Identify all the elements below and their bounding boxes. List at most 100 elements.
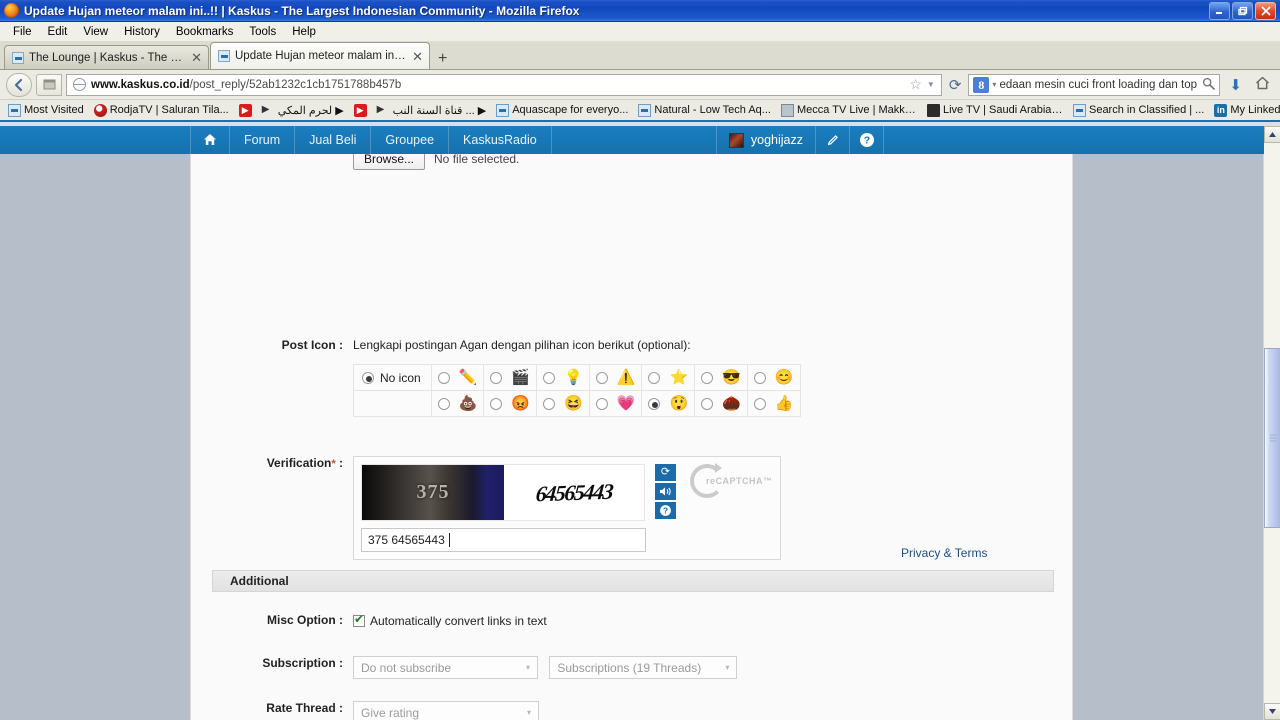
radio-icon[interactable] [595, 397, 608, 410]
downloads-icon[interactable]: ⬇ [1224, 76, 1247, 94]
bookmark-youtube-2[interactable]: ▶ [350, 103, 371, 118]
radio-icon[interactable] [701, 371, 714, 384]
vertical-scrollbar[interactable] [1263, 126, 1280, 720]
bookmark-label: Live TV | Saudi Arabia ... [942, 104, 1063, 116]
bookmark-youtube-1[interactable]: ▶ [235, 103, 256, 118]
bookmark-search-classified[interactable]: Search in Classified | ... [1069, 103, 1208, 118]
post-icon-cell[interactable]: 😊 [746, 364, 801, 391]
no-icon-cell[interactable]: No icon [353, 364, 432, 391]
url-bar[interactable]: www.kaskus.co.id/post_reply/52ab1232c1cb… [66, 73, 942, 96]
search-input[interactable]: edaan mesin cuci front loading dan top l… [999, 79, 1199, 91]
bookmark-arabic-1[interactable]: ▶ لحرم المكي ▶ [258, 103, 348, 118]
search-bar[interactable]: 8 ▾ edaan mesin cuci front loading dan t… [968, 73, 1221, 96]
bookmark-aquascape[interactable]: Aquascape for everyo... [492, 103, 632, 118]
post-icon-cell[interactable]: 💩 [430, 390, 485, 417]
radio-icon[interactable] [543, 397, 556, 410]
bookmark-label: Aquascape for everyo... [512, 104, 629, 116]
compose-button[interactable] [816, 126, 850, 154]
radio-icon[interactable] [543, 371, 556, 384]
captcha-help-icon[interactable]: ? [655, 502, 676, 519]
post-icon-cell[interactable]: 😎 [694, 364, 748, 391]
post-icon-cell[interactable]: 🎬 [483, 364, 538, 391]
google-icon[interactable]: 8 [973, 76, 990, 93]
thumbs-up-icon: 👍 [774, 395, 794, 412]
bookmark-my-linkedin[interactable]: in My LinkedIn [1210, 103, 1280, 118]
scrollbar-thumb[interactable] [1264, 348, 1280, 528]
tab-close-icon[interactable]: ✕ [191, 51, 202, 64]
livetv-icon [926, 103, 940, 117]
menu-tools[interactable]: Tools [242, 24, 283, 40]
bookmarks-bar: Most Visited RodjaTV | Saluran Tila... ▶… [0, 100, 1280, 122]
convert-links-checkbox[interactable] [353, 613, 365, 627]
radio-icon[interactable] [595, 371, 608, 384]
tab-close-icon[interactable]: ✕ [412, 50, 423, 63]
back-button-icon[interactable] [6, 72, 32, 97]
captcha-refresh-icon[interactable]: ⟳ [655, 464, 676, 481]
radio-icon[interactable] [490, 371, 503, 384]
search-icon[interactable] [1202, 77, 1216, 93]
menu-view[interactable]: View [76, 24, 115, 40]
tab-update-hujan-meteor[interactable]: Update Hujan meteor malam ini..!! | Kask… [210, 42, 430, 69]
privacy-terms-link[interactable]: Privacy & Terms [901, 546, 987, 560]
post-icon-cell[interactable]: ⭐ [641, 364, 696, 391]
site-nav-kaskusradio[interactable]: KaskusRadio [449, 126, 552, 154]
menu-help[interactable]: Help [285, 24, 323, 40]
captcha-audio-icon[interactable] [655, 483, 676, 500]
subscription-select[interactable]: Do not subscribe ▾ [353, 656, 538, 679]
menu-history[interactable]: History [117, 24, 167, 40]
bookmark-star-icon[interactable]: ☆ [909, 76, 922, 93]
post-icon-cell[interactable]: 😡 [483, 390, 538, 417]
post-icon-cell[interactable]: 👍 [746, 390, 801, 417]
bookmark-page-icon [1072, 103, 1086, 117]
radio-no-icon[interactable] [362, 371, 374, 384]
post-icon-cell[interactable]: 🌰 [694, 390, 748, 417]
minimize-button[interactable] [1209, 1, 1230, 20]
misc-option-label: Misc Option : [191, 613, 353, 627]
required-mark: * [331, 458, 336, 470]
recaptcha-circle-icon [690, 463, 724, 498]
radio-icon[interactable] [490, 397, 503, 410]
site-identity-icon[interactable] [36, 73, 62, 96]
help-button[interactable]: ? [850, 126, 884, 154]
maximize-button[interactable] [1232, 1, 1253, 20]
post-icon-cell[interactable]: 😲 [641, 390, 696, 417]
radio-icon[interactable] [753, 371, 766, 384]
user-menu[interactable]: yoghijazz [715, 126, 816, 154]
scroll-up-button[interactable] [1264, 126, 1280, 143]
post-icon-cell[interactable]: ⚠️ [588, 364, 643, 391]
bookmark-natural-low-tech[interactable]: Natural - Low Tech Aq... [634, 103, 775, 118]
bookmark-mecca-tv[interactable]: Mecca TV Live | Makka... [777, 103, 921, 118]
bookmark-arabic-2[interactable]: ▶ قناة السنة النب ... ▶ [373, 103, 491, 118]
radio-icon[interactable] [437, 397, 450, 410]
radio-icon[interactable] [701, 397, 714, 410]
subscription-folder-select[interactable]: Subscriptions (19 Threads) ▾ [549, 656, 738, 679]
bookmark-rodjatv[interactable]: RodjaTV | Saluran Tila... [90, 103, 233, 118]
menu-edit[interactable]: Edit [41, 24, 75, 40]
site-nav-home[interactable] [190, 126, 230, 154]
close-button[interactable] [1255, 1, 1276, 20]
post-icon-cell[interactable]: ✏️ [430, 364, 485, 391]
tab-the-lounge[interactable]: The Lounge | Kaskus - The Largest Indon.… [4, 45, 209, 69]
menu-bookmarks[interactable]: Bookmarks [169, 24, 241, 40]
new-tab-button[interactable]: + [431, 51, 456, 69]
chevron-down-icon[interactable]: ▼ [927, 80, 935, 89]
radio-icon[interactable] [648, 371, 661, 384]
chevron-down-icon[interactable]: ▾ [992, 80, 996, 89]
home-icon[interactable] [1251, 76, 1274, 94]
rate-thread-select[interactable]: Give rating ▾ [353, 701, 539, 720]
post-icon-cell[interactable]: 😆 [536, 390, 590, 417]
site-nav-jual-beli[interactable]: Jual Beli [295, 126, 372, 154]
reload-icon[interactable]: ⟳ [946, 76, 965, 94]
site-nav-groupee[interactable]: Groupee [371, 126, 450, 154]
post-icon-cell[interactable]: 💡 [536, 364, 590, 391]
radio-icon[interactable] [437, 371, 450, 384]
radio-icon[interactable] [753, 397, 766, 410]
radio-icon[interactable] [648, 397, 661, 410]
post-icon-cell[interactable]: 💗 [588, 390, 643, 417]
menu-file[interactable]: File [6, 24, 39, 40]
bookmark-most-visited[interactable]: Most Visited [4, 103, 88, 118]
bookmark-live-tv[interactable]: Live TV | Saudi Arabia ... [923, 103, 1067, 118]
scroll-down-button[interactable] [1264, 703, 1280, 720]
site-nav-forum[interactable]: Forum [230, 126, 296, 154]
captcha-input[interactable]: 375 64565443 [361, 528, 646, 552]
